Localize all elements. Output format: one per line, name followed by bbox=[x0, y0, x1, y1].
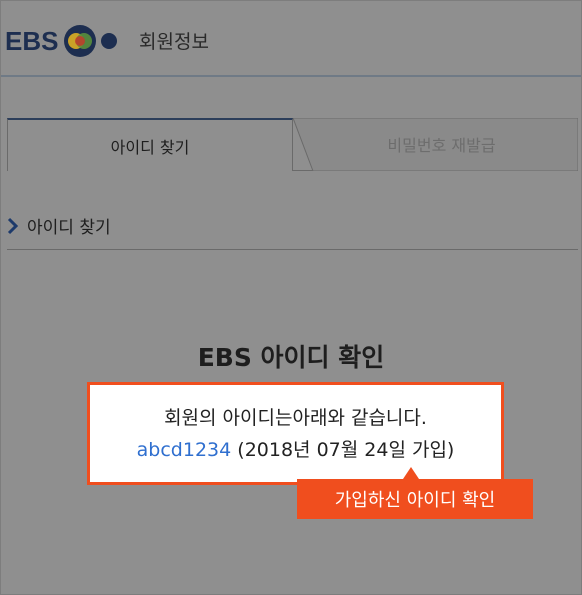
ebs-logo-mark-icon bbox=[62, 23, 124, 59]
chevron-right-icon bbox=[7, 217, 19, 234]
result-message: 회원의 아이디는아래와 같습니다. bbox=[164, 407, 427, 429]
user-id-value: abcd1234 bbox=[136, 439, 232, 461]
confirm-title: EBS 아이디 확인 bbox=[197, 343, 385, 372]
result-id-line: abcd1234 (2018년 07월 24일 가입) bbox=[90, 435, 501, 462]
callout-label: 가입하신 아이디 확인 bbox=[297, 479, 533, 519]
tab-reset-password-label: 비밀번호 재발급 bbox=[387, 136, 496, 155]
tab-bar: 아이디 찾기 비밀번호 재발급 bbox=[7, 118, 578, 171]
app-header: EBS 회원정보 bbox=[1, 1, 581, 77]
result-box: 회원의 아이디는아래와 같습니다. abcd1234 (2018년 07월 24… bbox=[87, 382, 504, 485]
section-heading-label: 아이디 찾기 bbox=[27, 218, 111, 238]
ebs-logo[interactable]: EBS bbox=[5, 23, 124, 59]
join-date-info: (2018년 07월 24일 가입) bbox=[237, 439, 455, 461]
tab-reset-password[interactable]: 비밀번호 재발급 bbox=[293, 118, 578, 171]
callout-badge: 가입하신 아이디 확인 bbox=[297, 467, 533, 519]
logo-text: EBS bbox=[5, 25, 59, 56]
tab-find-id[interactable]: 아이디 찾기 bbox=[7, 118, 293, 171]
callout-arrow bbox=[403, 467, 419, 479]
section-divider bbox=[7, 249, 578, 250]
section-heading: 아이디 찾기 bbox=[7, 213, 111, 238]
page-title: 회원정보 bbox=[139, 31, 209, 53]
